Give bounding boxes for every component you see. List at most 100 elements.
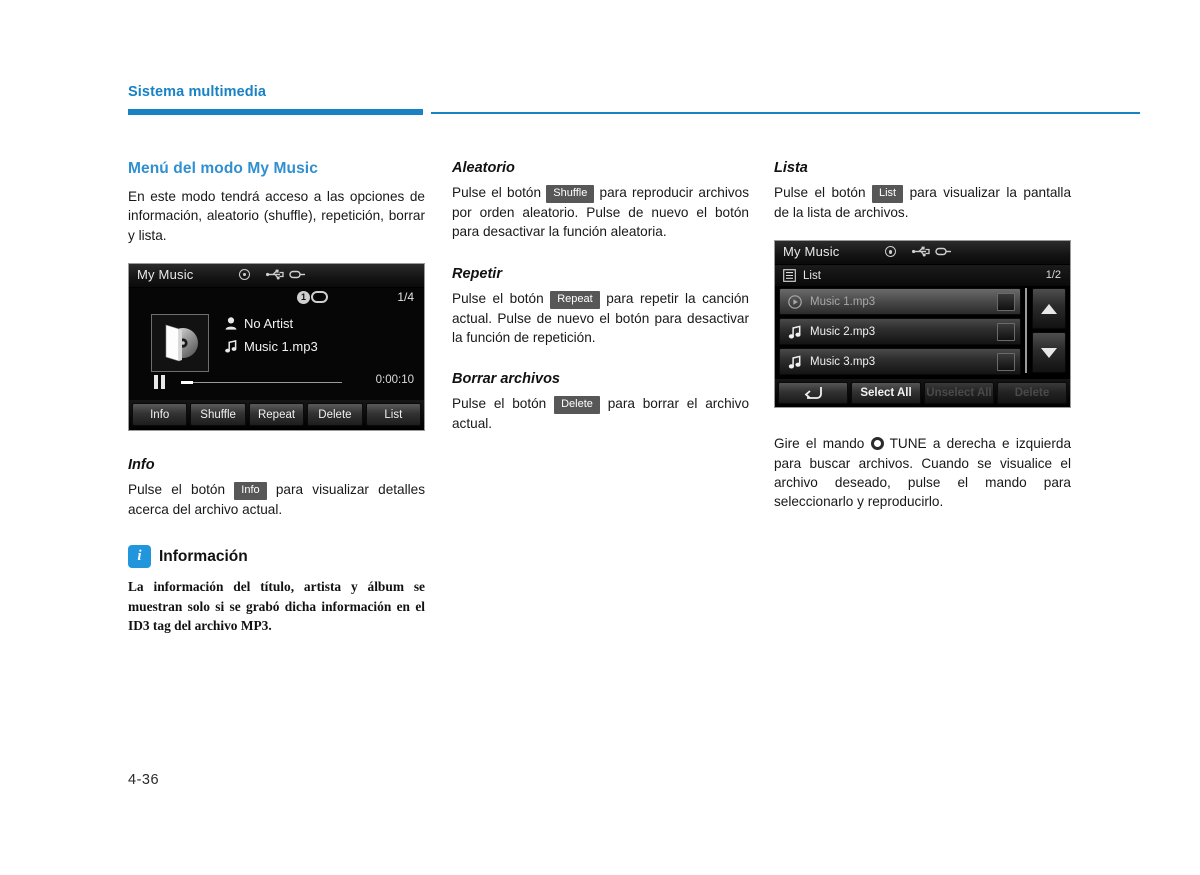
delete-text-before: Pulse el botón <box>452 396 547 412</box>
subsection-title-delete: Borrar archivos <box>452 371 560 388</box>
list-item-label: Music 3.mp3 <box>810 355 876 368</box>
progress-track <box>181 381 342 384</box>
player-titlebar: My Music <box>129 263 424 288</box>
note-header: i Información <box>128 545 425 569</box>
person-icon <box>225 317 237 330</box>
subsection-title-info: Info <box>128 456 155 473</box>
list-item-checkbox[interactable] <box>997 353 1015 372</box>
usb-device-icons <box>266 269 306 280</box>
arrow-up-icon <box>1041 303 1057 314</box>
music-note-icon <box>788 325 801 339</box>
list-screen-title: My Music <box>783 244 840 260</box>
player-title: My Music <box>137 266 194 282</box>
artist-line: No Artist <box>225 316 318 331</box>
usb-icon <box>266 269 284 280</box>
section-title-my-music-menu: Menú del modo My Music <box>128 160 318 177</box>
track-count: 1/4 <box>397 289 414 304</box>
key-chip-shuffle[interactable]: Shuffle <box>546 185 595 203</box>
play-icon <box>788 294 802 309</box>
key-chip-list[interactable]: List <box>871 185 904 203</box>
player-button-info[interactable]: Info <box>132 403 188 427</box>
list-header-label: List <box>803 269 821 282</box>
list-back-button[interactable] <box>778 382 848 405</box>
scroll-down-button[interactable] <box>1032 332 1066 374</box>
scroll-up-button[interactable] <box>1032 288 1066 330</box>
info-paragraph: Pulse el botón Info para visualizar deta… <box>128 480 425 519</box>
progress-bar[interactable] <box>181 380 342 385</box>
list-item-label: Music 2.mp3 <box>810 325 876 338</box>
subsection-title-shuffle: Aleatorio <box>452 160 515 176</box>
key-chip-info[interactable]: Info <box>234 481 267 500</box>
list-item[interactable]: Music 3.mp3 <box>779 348 1021 376</box>
track-metadata: No Artist Music 1.mp3 <box>225 316 318 362</box>
player-button-shuffle[interactable]: Shuffle <box>190 403 246 427</box>
player-status-icons <box>239 268 306 280</box>
key-chip-repeat[interactable]: Repeat <box>550 290 600 309</box>
list-select-all-button[interactable]: Select All <box>851 382 921 405</box>
usb-icon <box>912 246 930 257</box>
list-item[interactable]: Music 1.mp3 <box>779 288 1021 316</box>
arrow-down-icon <box>1041 347 1057 358</box>
list-icon <box>783 269 796 283</box>
player-status-row: 1 1/4 <box>129 288 424 310</box>
usb-device-icons <box>912 246 952 257</box>
tune-knob-paragraph: Gire el mando TUNE a derecha e izquierda… <box>774 434 1071 511</box>
list-header-row: List 1/2 <box>775 265 1070 287</box>
pause-icon[interactable] <box>154 374 166 389</box>
intro-paragraph: En este modo tendrá acceso a las opcione… <box>128 189 425 243</box>
device-icon <box>289 270 305 279</box>
player-button-list[interactable]: List <box>365 403 422 427</box>
list-button-bar: Select All Unselect All Delete <box>775 379 1070 408</box>
list-paragraph: Pulse el botón List para visualizar la p… <box>774 183 1071 222</box>
list-page-indicator: 1/2 <box>1045 269 1061 282</box>
player-button-repeat[interactable]: Repeat <box>248 403 305 427</box>
page-title: Sistema multimedia <box>128 84 266 100</box>
info-icon: i <box>128 545 151 569</box>
repeat-text-before: Pulse el botón <box>452 290 544 306</box>
delete-paragraph: Pulse el botón Delete para borrar el arc… <box>452 394 749 433</box>
music-note-icon <box>788 355 801 369</box>
column-left: Menú del modo My Music En este modo tend… <box>128 160 425 636</box>
tune-text-before: Gire el mando <box>774 436 865 452</box>
list-rows-area: Music 1.mp3 Music 2.mp3 Music 3.mp3 <box>775 286 1070 376</box>
list-titlebar: My Music <box>775 241 1070 266</box>
player-button-delete[interactable]: Delete <box>307 403 363 427</box>
my-music-player-screenshot: My Music 1 1/4 No Artist Music 1.mp3 0:0… <box>128 262 425 431</box>
list-scroll-buttons <box>1032 288 1066 374</box>
player-body: 1 1/4 No Artist Music 1.mp3 0:00:10 <box>129 287 424 400</box>
list-item[interactable]: Music 2.mp3 <box>779 318 1021 346</box>
page-header: Sistema multimedia <box>128 84 1140 117</box>
header-rule-thin <box>431 111 1140 114</box>
elapsed-time: 0:00:10 <box>375 373 414 386</box>
repeat-paragraph: Pulse el botón Repeat para repetir la ca… <box>452 289 749 348</box>
device-icon <box>935 248 951 256</box>
column-mid: Aleatorio Pulse el botón Shuffle para re… <box>452 160 749 433</box>
list-text-before: Pulse el botón <box>774 185 866 200</box>
list-item-checkbox[interactable] <box>997 323 1015 342</box>
disc-icon <box>239 268 250 280</box>
shuffle-paragraph: Pulse el botón Shuffle para reproducir a… <box>452 183 749 242</box>
subsection-title-list: Lista <box>774 160 808 176</box>
list-item-label: Music 1.mp3 <box>810 295 876 308</box>
info-text-before: Pulse el botón <box>128 481 226 497</box>
list-item-checkbox[interactable] <box>997 293 1015 312</box>
track-line: Music 1.mp3 <box>225 339 318 354</box>
progress-fill <box>181 380 193 385</box>
list-unselect-all-button[interactable]: Unselect All <box>924 382 994 405</box>
repeat-one-icon: 1 <box>297 290 328 304</box>
note-title: Información <box>159 547 248 565</box>
tune-knob-icon <box>870 437 884 451</box>
key-chip-delete[interactable]: Delete <box>554 396 600 415</box>
loop-icon <box>311 291 328 304</box>
list-scrollbar[interactable] <box>1025 288 1027 374</box>
back-arrow-icon <box>804 387 822 400</box>
album-art-cd-case-icon <box>151 313 209 372</box>
subsection-title-repeat: Repetir <box>452 265 502 282</box>
list-delete-button[interactable]: Delete <box>997 382 1067 405</box>
artist-name: No Artist <box>244 315 294 331</box>
player-transport: 0:00:10 <box>129 374 424 392</box>
shuffle-text-before: Pulse el botón <box>452 185 542 200</box>
page-number: 4-36 <box>128 772 160 788</box>
player-button-bar: Info Shuffle Repeat Delete List <box>129 399 424 430</box>
header-rules <box>128 107 1140 117</box>
